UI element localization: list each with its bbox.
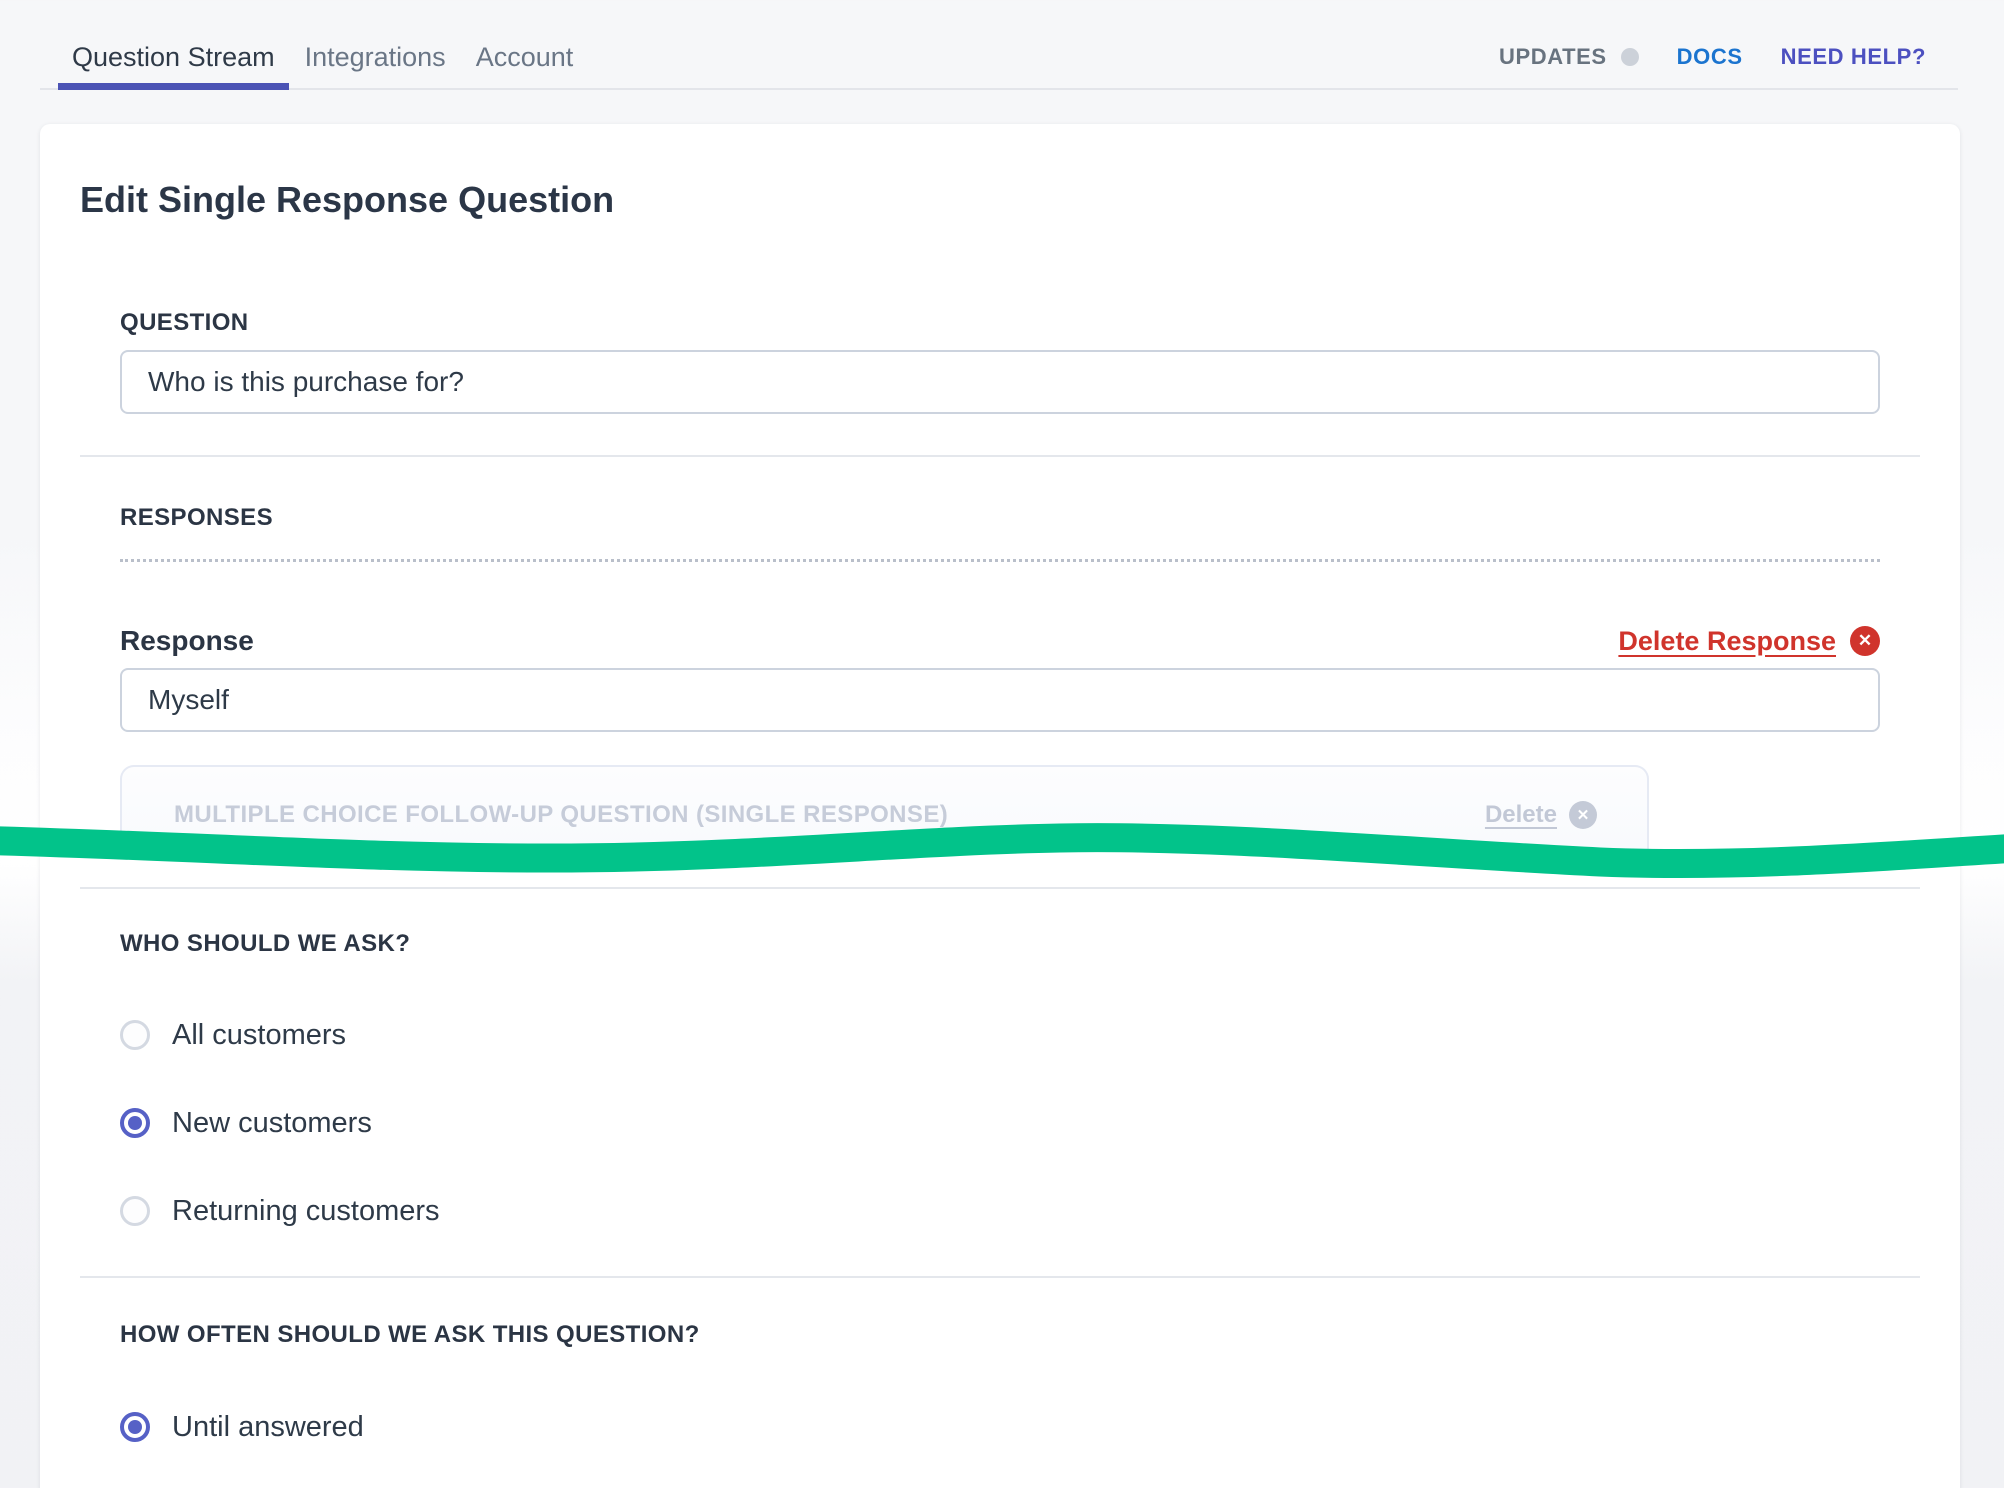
response-label: Response — [120, 625, 254, 657]
radio-option-label: Returning customers — [172, 1195, 440, 1228]
radio-option-until-answered[interactable]: Until answered — [120, 1411, 364, 1443]
updates-link[interactable]: UPDATES — [1499, 44, 1639, 70]
radio-option-new-customers[interactable]: New customers — [120, 1107, 372, 1139]
nav-right-links: UPDATES DOCS NEED HELP? — [1499, 26, 1926, 88]
frequency-label: HOW OFTEN SHOULD WE ASK THIS QUESTION? — [120, 1320, 1880, 1350]
section-divider — [80, 455, 1920, 457]
x-circle-icon[interactable]: ✕ — [1850, 626, 1880, 656]
updates-label: UPDATES — [1499, 44, 1607, 70]
radio-option-label: New customers — [172, 1107, 372, 1140]
top-nav: Question Stream Integrations Account UPD… — [40, 0, 1958, 90]
tab-integrations[interactable]: Integrations — [305, 26, 446, 88]
response-input[interactable] — [120, 668, 1880, 732]
tab-account[interactable]: Account — [476, 26, 574, 88]
question-label: QUESTION — [120, 308, 1880, 338]
need-help-link[interactable]: NEED HELP? — [1781, 44, 1926, 70]
followup-delete-label: Delete — [1485, 801, 1557, 829]
audience-label: WHO SHOULD WE ASK? — [120, 929, 1880, 959]
radio-selected-icon[interactable] — [120, 1108, 150, 1138]
question-input[interactable] — [120, 350, 1880, 414]
radio-option-label: All customers — [172, 1019, 346, 1052]
radio-option-all-customers[interactable]: All customers — [120, 1019, 346, 1051]
radio-unselected-icon[interactable] — [120, 1020, 150, 1050]
delete-response-label: Delete Response — [1618, 626, 1836, 657]
radio-option-returning-customers[interactable]: Returning customers — [120, 1195, 440, 1227]
radio-selected-icon[interactable] — [120, 1412, 150, 1442]
content-card: Edit Single Response Question QUESTION R… — [40, 124, 1960, 1488]
updates-status-dot-icon — [1621, 48, 1639, 66]
section-divider — [80, 1276, 1920, 1278]
section-divider — [80, 887, 1920, 889]
followup-question-label: MULTIPLE CHOICE FOLLOW-UP QUESTION (SING… — [174, 801, 948, 829]
radio-unselected-icon[interactable] — [120, 1196, 150, 1226]
page-title: Edit Single Response Question — [80, 178, 1920, 222]
delete-response-link[interactable]: Delete Response ✕ — [1618, 626, 1880, 657]
responses-label: RESPONSES — [120, 503, 1880, 533]
radio-option-label: Until answered — [172, 1411, 364, 1444]
responses-dotted-divider — [120, 559, 1880, 562]
x-circle-icon[interactable]: ✕ — [1569, 801, 1597, 829]
followup-delete-link[interactable]: Delete ✕ — [1485, 801, 1597, 829]
docs-link[interactable]: DOCS — [1677, 44, 1743, 70]
followup-question-card: MULTIPLE CHOICE FOLLOW-UP QUESTION (SING… — [120, 765, 1649, 850]
tab-question-stream[interactable]: Question Stream — [72, 26, 275, 88]
